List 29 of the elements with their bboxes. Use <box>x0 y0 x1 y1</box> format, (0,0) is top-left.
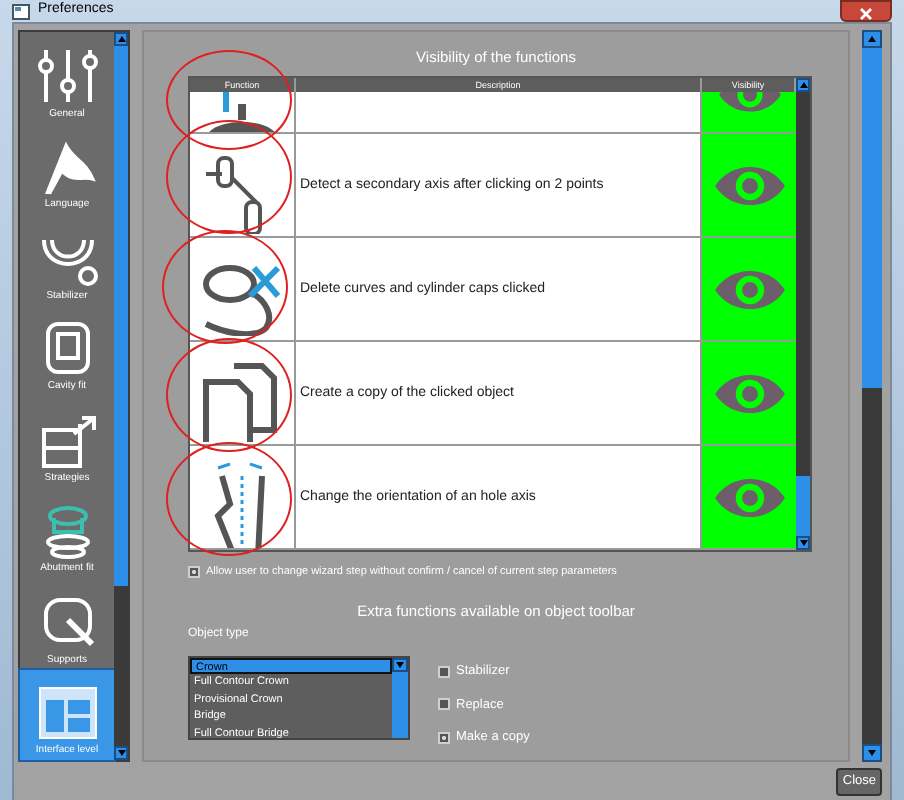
table-scrollbar[interactable] <box>796 78 810 551</box>
main-scrollbar[interactable] <box>862 30 882 762</box>
visibility-toggle[interactable] <box>702 92 796 133</box>
scroll-down-icon <box>117 750 125 756</box>
checkbox[interactable] <box>438 665 450 678</box>
visibility-toggle[interactable] <box>702 446 796 549</box>
scroll-up-icon <box>868 36 876 42</box>
scroll-down-icon <box>868 750 876 756</box>
checkbox[interactable] <box>438 698 450 711</box>
annotation-circle <box>166 120 292 235</box>
close-icon <box>860 7 872 19</box>
annotation-circle <box>166 50 292 151</box>
checkbox[interactable] <box>188 566 200 579</box>
scroll-up-icon <box>117 36 125 42</box>
sidebar-scrollbar[interactable] <box>114 32 128 760</box>
checkbox[interactable] <box>438 732 450 745</box>
sliders-icon <box>33 45 101 107</box>
visibility-toggle[interactable] <box>702 342 796 445</box>
visibility-toggle[interactable] <box>702 238 796 341</box>
annotation-circle <box>162 230 288 345</box>
annotation-circle <box>166 338 292 453</box>
close-button[interactable] <box>840 0 892 22</box>
annotation-circle <box>166 442 292 557</box>
window-layout-icon <box>33 682 101 744</box>
scroll-up-icon <box>799 82 807 89</box>
scroll-thumb[interactable] <box>796 476 810 537</box>
scroll-down-icon <box>396 661 404 668</box>
window-app-icon <box>12 3 30 19</box>
visibility-toggle[interactable] <box>702 134 796 237</box>
